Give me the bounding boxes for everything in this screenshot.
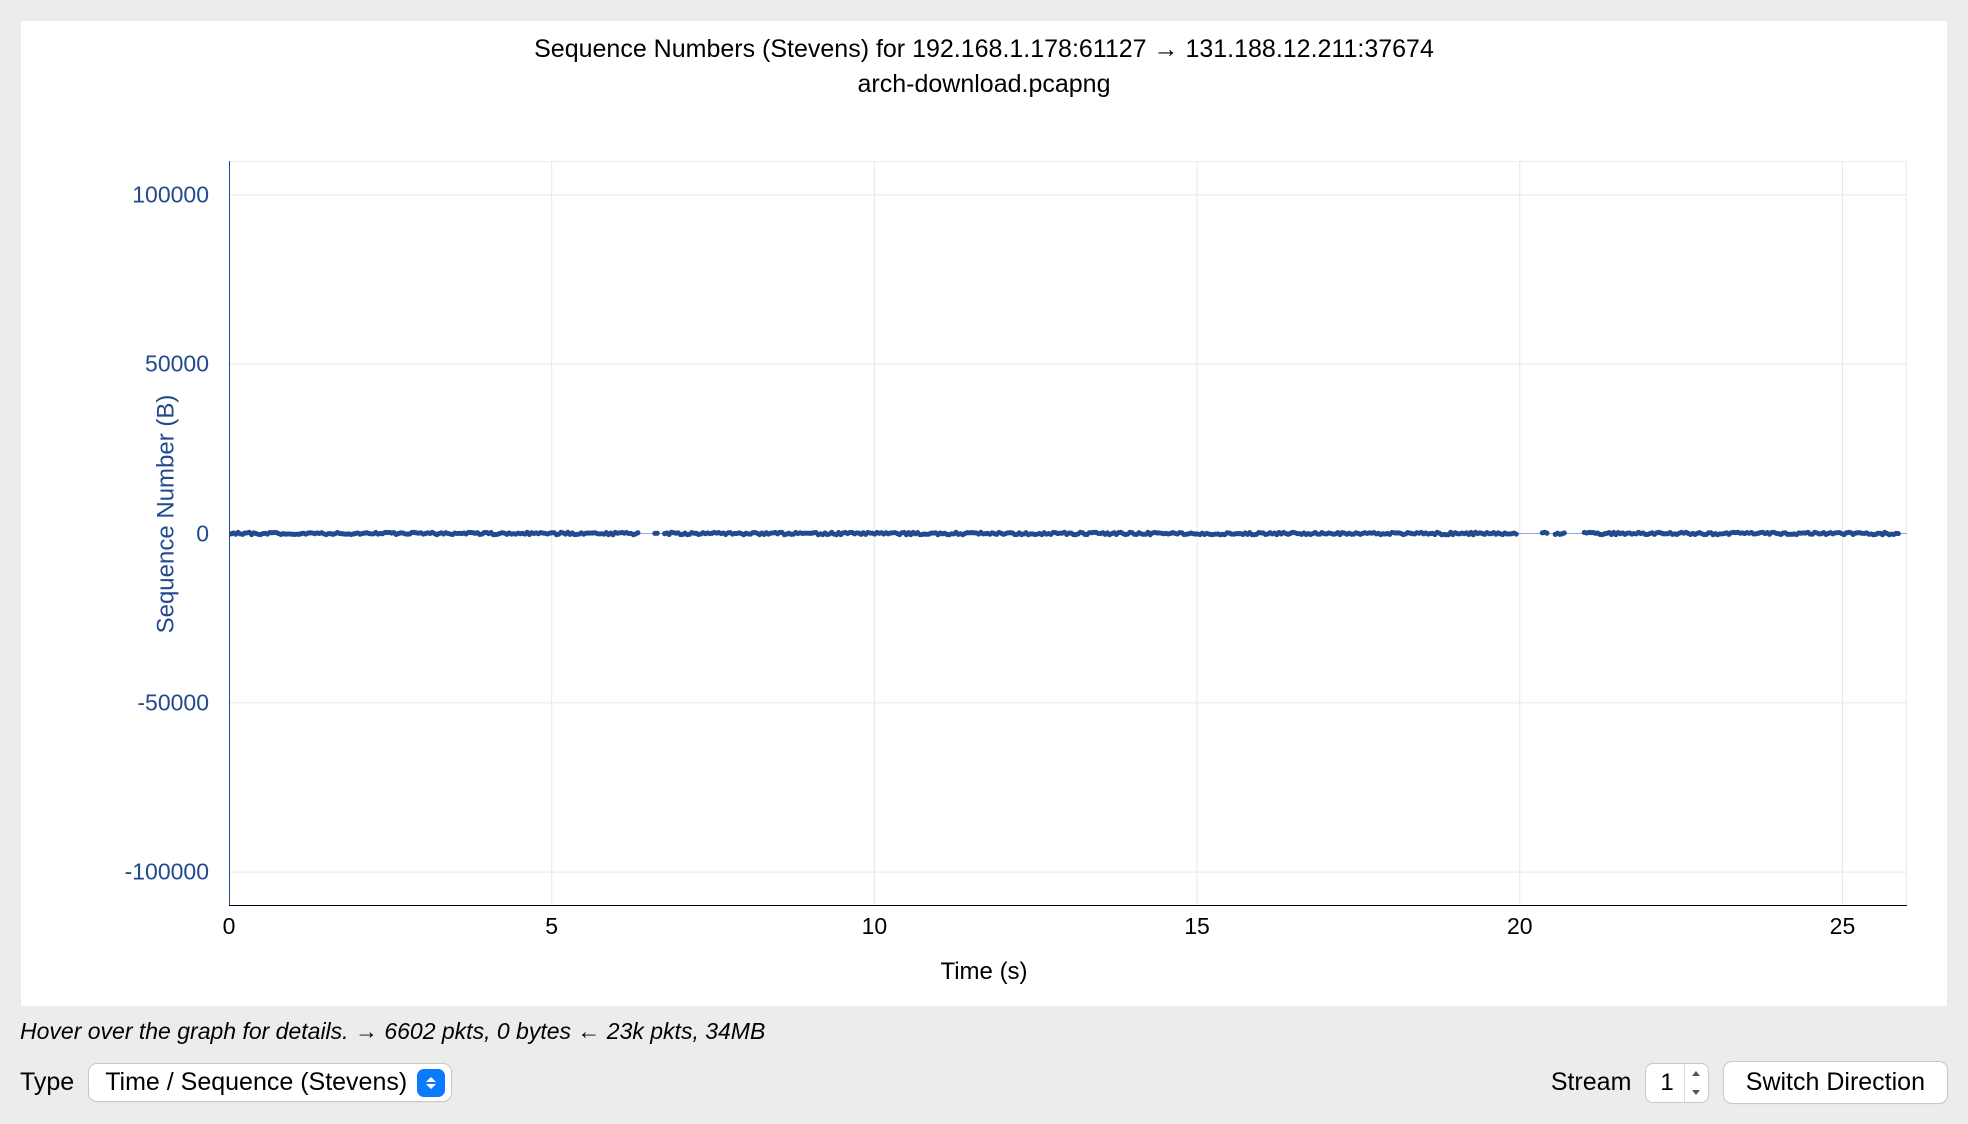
y-tick-label: 0 (196, 520, 219, 547)
hover-hint: Hover over the graph for details. → 6602… (0, 1014, 1968, 1055)
y-tick-label: 100000 (132, 181, 219, 208)
x-tick-label: 10 (862, 913, 888, 940)
type-select-value: Time / Sequence (Stevens) (105, 1068, 407, 1097)
y-tick-label: -100000 (125, 859, 219, 886)
toolbar: Type Time / Sequence (Stevens) Stream 1 … (0, 1055, 1968, 1124)
switch-direction-button[interactable]: Switch Direction (1723, 1061, 1948, 1104)
y-axis-label: Sequence Number (B) (152, 394, 180, 633)
type-select[interactable]: Time / Sequence (Stevens) (88, 1063, 452, 1102)
chart-panel: Sequence Numbers (Stevens) for 192.168.1… (21, 21, 1947, 1006)
x-tick-label: 0 (223, 913, 236, 940)
plot-svg[interactable] (229, 161, 1907, 906)
x-tick-label: 15 (1184, 913, 1210, 940)
chart-title: Sequence Numbers (Stevens) for 192.168.1… (21, 21, 1947, 64)
switch-direction-label: Switch Direction (1746, 1068, 1925, 1096)
stream-value: 1 (1646, 1064, 1683, 1102)
x-tick-label: 25 (1830, 913, 1856, 940)
stream-label: Stream (1551, 1068, 1632, 1097)
x-tick-label: 5 (545, 913, 558, 940)
plot-area[interactable] (229, 161, 1907, 906)
y-tick-label: 50000 (145, 351, 219, 378)
y-tick-label: -50000 (137, 689, 219, 716)
stepper-arrows-icon (1684, 1064, 1708, 1102)
chart-subtitle: arch-download.pcapng (21, 64, 1947, 99)
select-updown-icon (417, 1069, 445, 1097)
x-axis-label: Time (s) (940, 958, 1027, 986)
x-tick-label: 20 (1507, 913, 1533, 940)
stream-stepper[interactable]: 1 (1645, 1063, 1708, 1103)
type-label: Type (20, 1068, 74, 1097)
